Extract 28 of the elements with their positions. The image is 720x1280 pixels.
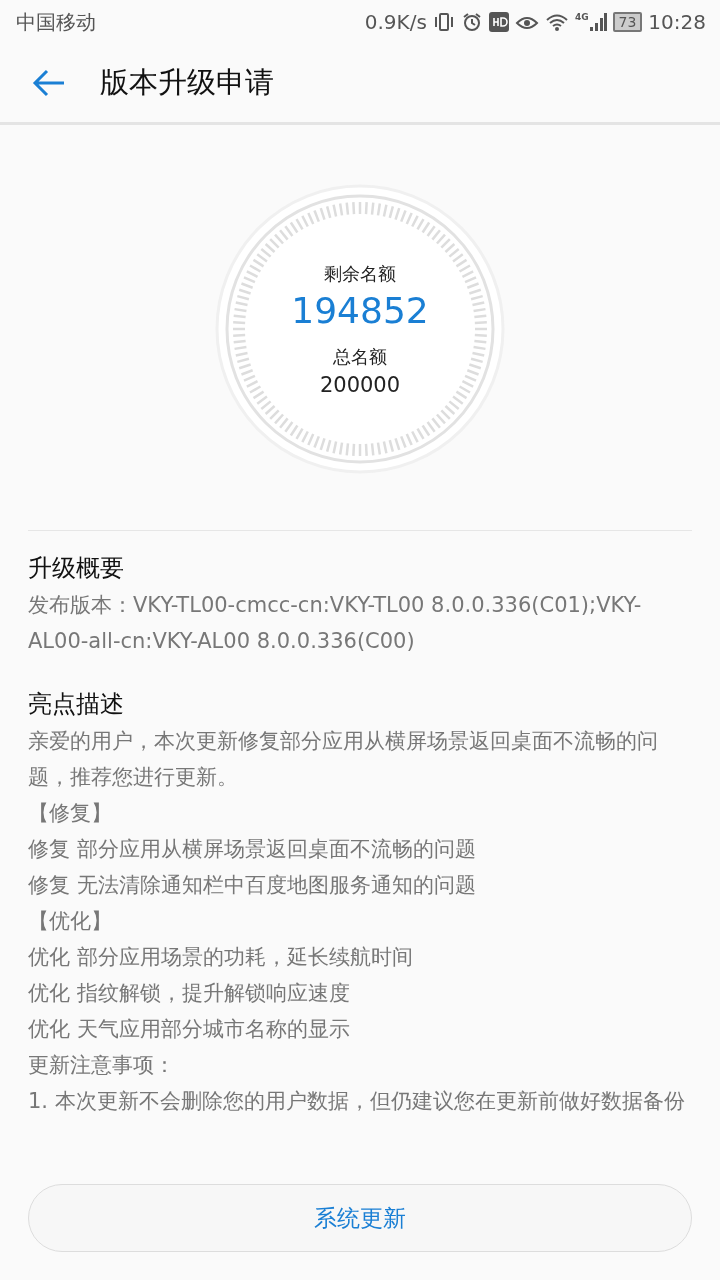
hd-icon [488,12,509,32]
network-speed: 0.9K/s [364,10,427,34]
wifi-icon [544,12,569,32]
description-text: 优化 天气应用部分城市名称的显示 [28,1016,351,1043]
description-text: 亲爱的用户，本次更新修复部分应用从横屏场景返回桌面不流畅的问题，推荐您进行更新。 [28,728,659,791]
description-text: 优化 指纹解锁，提升解锁响应速度 [28,980,351,1007]
battery-level: 73 [612,12,643,32]
signal-icon [588,12,607,32]
description-text: 更新注意事项： [28,1052,176,1079]
description-text: 【修复】 [28,800,113,827]
vibrate-icon [432,11,455,33]
clock-time: 10:28 [648,10,706,34]
system-update-button[interactable]: 系统更新 [28,1184,692,1252]
description-text: 修复 无法清除通知栏中百度地图服务通知的问题 [28,872,477,899]
page-title: 版本升级申请 [100,64,274,101]
description-text: 修复 部分应用从横屏场景返回桌面不流畅的问题 [28,836,477,863]
section-title: 亮点描述 [28,689,125,720]
carrier-name: 中国移动 [16,8,96,36]
description-text: 1. 本次更新不会删除您的用户数据，但仍建议您在更新前做好数据备份 [28,1088,686,1115]
description-text: 优化 部分应用场景的功耗，延长续航时间 [28,944,414,971]
remaining-count: 194852 [291,289,429,331]
remaining-label: 剩余名额 [324,261,396,286]
total-label: 总名额 [333,344,387,369]
network-type: 4G [574,12,589,22]
description-text: 【优化】 [28,908,113,935]
total-count: 200000 [319,372,401,397]
description-text: 发布版本：VKY-TL00-cmcc-cn:VKY-TL00 8.0.0.336(C01);VKY-AL00-all-cn:VKY-AL00 8.0.0.336(C00) [28,592,643,655]
section-title: 升级概要 [28,553,125,584]
